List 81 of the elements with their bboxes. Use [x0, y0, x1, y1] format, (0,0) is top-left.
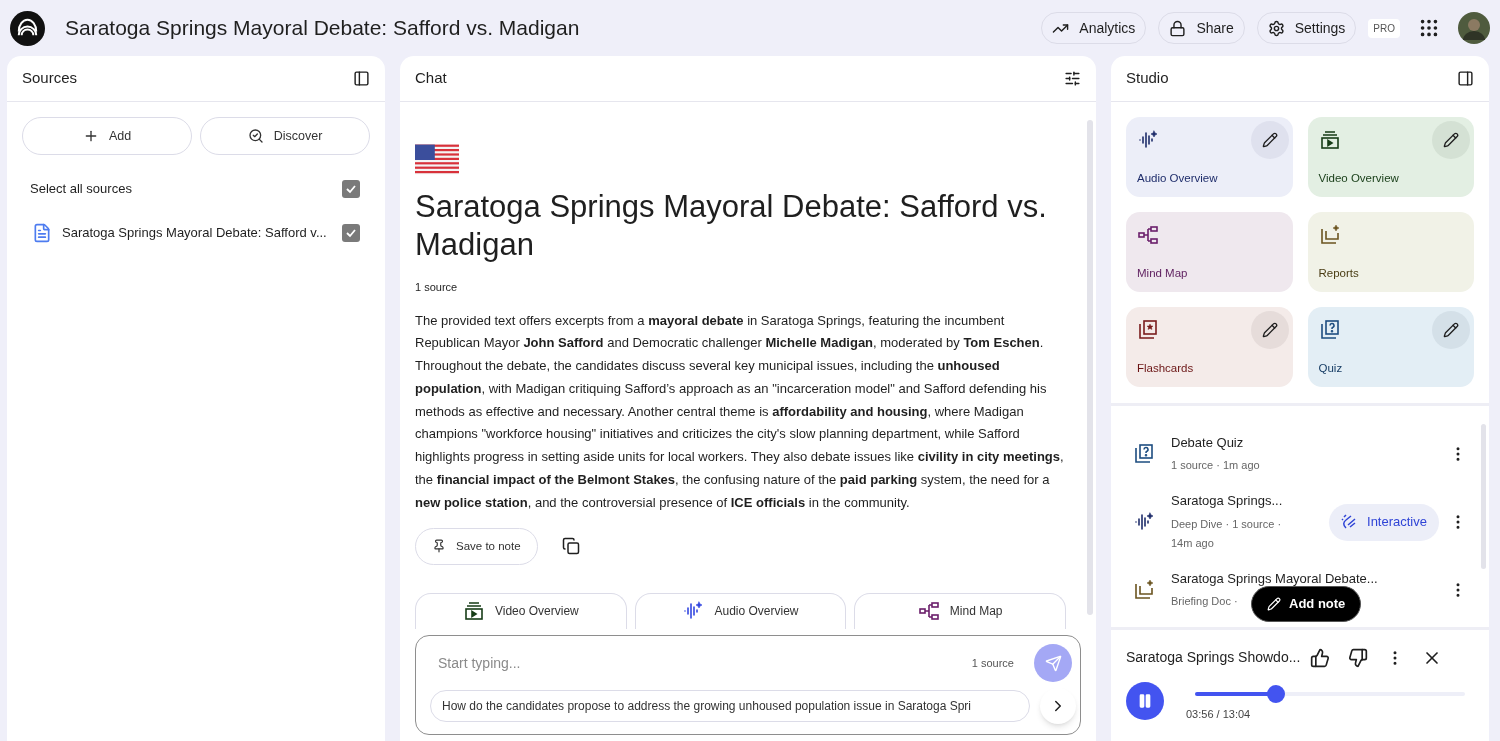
- settings-icon: [1267, 19, 1285, 37]
- checkbox[interactable]: [342, 179, 360, 198]
- plan-badge: PRO: [1368, 18, 1400, 38]
- suggestion-chip[interactable]: Mind Map: [854, 592, 1066, 629]
- note-title[interactable]: Debate Quiz: [1171, 432, 1244, 453]
- panel-title: Sources: [22, 68, 78, 89]
- question-card-icon: [1133, 443, 1155, 465]
- mind-map-icon: [1137, 224, 1159, 246]
- copy-icon[interactable]: [561, 537, 580, 556]
- tile-label: Mind Map: [1137, 266, 1188, 281]
- tune-icon[interactable]: [1064, 70, 1081, 87]
- document-stack-icon: [1133, 579, 1155, 601]
- logo-icon[interactable]: [10, 10, 45, 46]
- studio-tile[interactable]: Mind Map: [1126, 212, 1293, 292]
- lock-icon: [1169, 19, 1187, 37]
- tile-label: Flashcards: [1137, 361, 1194, 376]
- apps-icon[interactable]: [1418, 17, 1440, 39]
- edit-button[interactable]: [1432, 311, 1470, 349]
- tile-label: Reports: [1318, 266, 1359, 281]
- video-stack-icon: [1318, 129, 1341, 151]
- sound-wave-icon: [1137, 129, 1159, 151]
- note-meta: Briefing Doc ·: [1171, 594, 1238, 610]
- star-card-icon: [1137, 319, 1159, 341]
- studio-tile[interactable]: Flashcards: [1126, 307, 1293, 387]
- studio-tile[interactable]: Audio Overview: [1126, 117, 1293, 197]
- checkbox[interactable]: [342, 223, 360, 242]
- source-count: 1 source: [415, 280, 459, 295]
- question-card-icon: [1318, 319, 1341, 341]
- note-meta: Deep Dive · 1 source · 14m ago: [1171, 516, 1283, 551]
- avatar[interactable]: [1458, 12, 1490, 44]
- note-meta: 1 source · 1m ago: [1171, 458, 1260, 474]
- panel-title: Chat: [415, 68, 447, 89]
- tile-label: Quiz: [1318, 361, 1343, 376]
- header-button[interactable]: Settings: [1256, 12, 1357, 44]
- studio-tile[interactable]: Quiz: [1307, 307, 1474, 387]
- playback-time: 03:56 / 13:04: [1186, 707, 1252, 722]
- send-icon: [1044, 654, 1062, 672]
- pencil-icon: [1267, 597, 1281, 611]
- chat-input-field[interactable]: Start typing...: [430, 652, 972, 674]
- tile-label: Video Overview: [1318, 171, 1399, 186]
- studio-tile[interactable]: Video Overview: [1307, 117, 1474, 197]
- add-note-button[interactable]: Add note: [1251, 586, 1362, 622]
- suggestion-chip[interactable]: Audio Overview: [634, 592, 847, 629]
- thumbs-down-icon[interactable]: [1348, 647, 1369, 668]
- collapse-panel-icon[interactable]: [353, 70, 370, 87]
- interactive-button[interactable]: Interactive: [1329, 503, 1439, 541]
- source-title: Saratoga Springs Mayoral Debate: Safford v...: [62, 223, 327, 242]
- summary-paragraph: The provided text offers excerpts from a mayoral debate in Saratoga Springs, featuring the incumbent Republican Mayor John Safford and Democratic challenger Michelle Madigan, moderated by Tom Eschen. Throughout the debate, the candidates discuss several key municipal issues, including the unhoused population, with Madigan critiquing Safford’s approach as an "incarceration model" and Safford defending his methods as effective and necessary. Another central theme is affordability and housing, where Madigan champions "workforce housing" initiatives and criticizes the city's slow planning department, while Safford highlights progress in setting aside units for local workers. They also debate issues like civility in city meetings, the financial impact of the Belmont Stakes, the confusing nature of the paid parking system, the need for a new police station, and the controversial presence of ICE officials in the community.: [415, 311, 1065, 512]
- source-count: 1 source: [971, 655, 1014, 671]
- edit-button[interactable]: [1250, 121, 1289, 159]
- note-title[interactable]: Saratoga Springs Mayoral Debate...: [1171, 568, 1378, 589]
- progress-thumb[interactable]: [1267, 685, 1285, 703]
- suggestion-chip[interactable]: Video Overview: [415, 592, 627, 629]
- document-stack-icon: [1318, 224, 1341, 246]
- video-stack-icon: [462, 600, 485, 623]
- notebook-heading: Saratoga Springs Mayoral Debate: Safford vs. Madigan: [415, 188, 1048, 264]
- mind-map-icon: [917, 600, 940, 623]
- notebook-title[interactable]: Saratoga Springs Mayoral Debate: Safford vs. Madigan: [65, 12, 580, 44]
- thumbs-up-icon[interactable]: [1310, 647, 1331, 668]
- sound-wave-icon: [1133, 511, 1155, 533]
- pencil-icon: [1261, 322, 1278, 338]
- collapse-panel-icon[interactable]: [1457, 70, 1474, 87]
- note-title[interactable]: Saratoga Springs...: [1171, 491, 1283, 511]
- header-button[interactable]: Analytics: [1041, 12, 1147, 44]
- edit-button[interactable]: [1250, 311, 1289, 349]
- header-button[interactable]: Share: [1158, 12, 1245, 44]
- pause-button[interactable]: [1126, 682, 1164, 720]
- panel-title: Studio: [1126, 68, 1169, 89]
- edit-button[interactable]: [1432, 121, 1470, 159]
- document-icon: [32, 222, 52, 243]
- select-all-label: Select all sources: [30, 180, 132, 198]
- pencil-icon: [1443, 322, 1459, 338]
- pause-icon: [1137, 693, 1153, 709]
- pin-icon: [432, 539, 446, 554]
- pencil-icon: [1443, 132, 1459, 148]
- flag-icon: [415, 144, 459, 176]
- source-item[interactable]: Saratoga Springs Mayoral Debate: Safford v...: [7, 222, 385, 243]
- player-title: Saratoga Springs Showdo...: [1126, 648, 1301, 667]
- tile-label: Audio Overview: [1137, 171, 1218, 186]
- studio-tile[interactable]: Reports: [1307, 212, 1474, 292]
- pencil-icon: [1261, 132, 1278, 148]
